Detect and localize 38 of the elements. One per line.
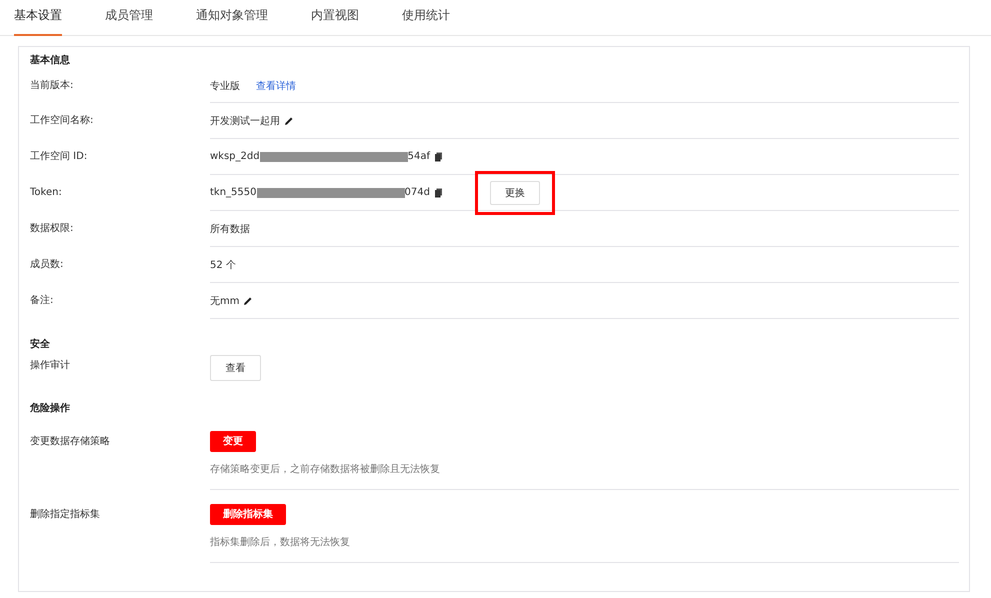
tab[interactable]: 成员管理 <box>105 0 153 36</box>
pencil-icon[interactable] <box>243 296 254 306</box>
field-label: Token: <box>30 186 63 200</box>
section-title: 危险操作 <box>30 402 71 416</box>
field-value: 54af <box>408 151 430 162</box>
field-value: 52 个 <box>210 258 236 272</box>
field-label: 数据权限: <box>30 222 74 236</box>
details-link[interactable]: 查看详情 <box>256 78 296 92</box>
section-title: 基本信息 <box>30 54 71 68</box>
view-button[interactable]: 查看 <box>210 355 261 381</box>
danger-button[interactable]: 删除指标集 <box>210 504 286 524</box>
replace-button[interactable]: 更换 <box>490 180 540 204</box>
field-label: 删除指定指标集 <box>30 508 101 522</box>
copy-icon[interactable] <box>434 188 443 198</box>
field-label: 变更数据存储策略 <box>30 434 111 449</box>
warning-hint: 存储策略变更后，之前存储数据将被删除且无法恢复 <box>210 462 441 476</box>
tab[interactable]: 内置视图 <box>311 0 359 36</box>
section-title: 安全 <box>30 337 51 352</box>
field-label: 当前版本: <box>30 78 74 93</box>
field-label: 成员数: <box>30 258 64 272</box>
tab[interactable]: 基本设置 <box>14 0 62 36</box>
copy-icon[interactable] <box>434 152 443 162</box>
field-label: 操作审计 <box>30 358 71 373</box>
field-value: 074d <box>404 187 430 198</box>
field-value: 开发测试一起用 <box>210 114 280 128</box>
field-value: 所有数据 <box>210 222 250 236</box>
warning-hint: 指标集删除后，数据将无法恢复 <box>210 536 351 548</box>
field-value: 专业版 <box>210 80 240 92</box>
pencil-icon[interactable] <box>284 116 294 126</box>
field-label: 工作空间名称: <box>30 114 94 128</box>
field-value: tkn_5550 <box>210 187 256 198</box>
field-label: 工作空间 ID: <box>30 150 88 164</box>
tab[interactable]: 通知对象管理 <box>196 0 268 36</box>
field-label: 备注: <box>30 294 54 308</box>
tab[interactable]: 使用统计 <box>402 0 450 36</box>
field-value: wksp_2dd <box>210 151 260 162</box>
field-value: 无mm <box>210 294 240 308</box>
danger-button[interactable]: 变更 <box>210 430 256 452</box>
